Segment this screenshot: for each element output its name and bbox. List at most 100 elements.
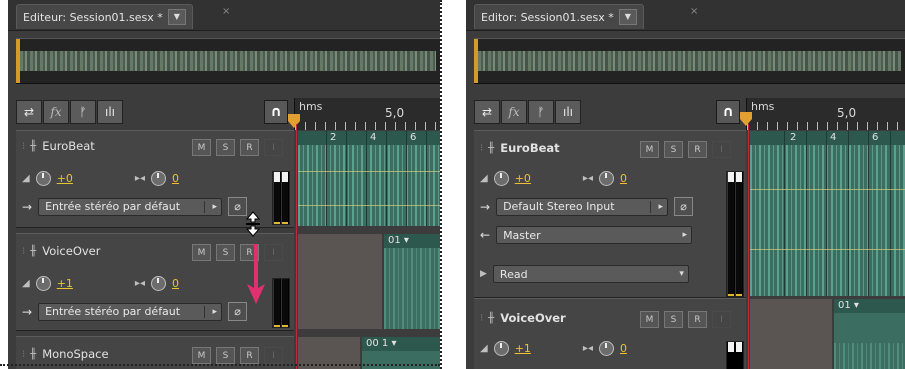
play-triangle-icon[interactable]: ▶ — [480, 269, 487, 279]
track-grip-icon[interactable]: ⁝ — [22, 246, 25, 257]
fx-icon[interactable]: fx — [43, 100, 69, 124]
volume-value[interactable]: +0 — [515, 172, 531, 185]
volume-knob[interactable] — [493, 341, 509, 356]
pan-knob[interactable] — [598, 171, 614, 186]
beat-divider — [784, 131, 785, 296]
ruler-unit-label: hms — [299, 100, 323, 113]
output-dropdown[interactable]: Master ▸ — [496, 226, 693, 244]
monitor-input-button[interactable]: I — [264, 347, 283, 364]
record-arm-button[interactable]: R — [240, 347, 259, 364]
input-dropdown[interactable]: Entrée stéréo par défaut ▸ — [38, 302, 223, 321]
snap-magnet-icon[interactable]: ∩ — [264, 100, 288, 124]
record-arm-button[interactable]: R — [688, 141, 707, 158]
mute-button[interactable]: M — [192, 244, 211, 261]
tab-close-icon[interactable]: × — [222, 6, 230, 17]
eq-icon[interactable]: ılı — [97, 100, 123, 124]
pan-knob[interactable] — [598, 341, 614, 356]
pan-icon: ▸◂ — [134, 278, 145, 289]
track-view-toolbar: ⇄ fx ᚠ ılı — [16, 100, 124, 124]
pan-value[interactable]: 0 — [172, 172, 179, 185]
session-overview[interactable] — [474, 38, 905, 84]
monitor-input-button[interactable]: I — [264, 139, 283, 156]
tab-close-icon[interactable]: × — [690, 6, 698, 17]
track-name[interactable]: MonoSpace — [42, 347, 108, 361]
clip-waveform — [298, 145, 440, 226]
snap-magnet-icon[interactable]: ∩ — [716, 100, 740, 124]
time-ruler[interactable]: hms 5,0 — [746, 98, 905, 130]
solo-button[interactable]: S — [216, 347, 235, 364]
phase-invert-icon[interactable]: ⌀ — [228, 302, 248, 321]
playhead-marker-icon[interactable] — [288, 114, 300, 128]
track-header-eurobeat: ⁝ ╫ EuroBeat M S R I ◢ +0 ▸◂ 0 → Default… — [474, 130, 746, 298]
audio-track-icon: ╫ — [30, 348, 37, 360]
clip-header[interactable]: 2 4 6 — [750, 131, 905, 145]
volume-knob[interactable] — [493, 171, 509, 186]
mute-button[interactable]: M — [640, 311, 659, 328]
input-dropdown[interactable]: Entrée stéréo par défaut ▸ — [38, 197, 223, 216]
editor-tab[interactable]: Editeur: Session01.sesx * ▼ — [16, 4, 193, 29]
clip-header[interactable]: 01 ▾ — [834, 299, 905, 313]
clip-voiceover[interactable]: 01 ▾ — [384, 234, 440, 329]
record-arm-button[interactable]: R — [688, 311, 707, 328]
session-overview[interactable] — [16, 38, 440, 84]
solo-button[interactable]: S — [664, 141, 683, 158]
beat-divider — [346, 131, 347, 226]
track-grip-icon[interactable]: ⁝ — [480, 313, 483, 324]
clip-waveform — [750, 145, 905, 296]
solo-button[interactable]: S — [216, 139, 235, 156]
pan-value[interactable]: 0 — [620, 342, 627, 355]
track-name[interactable]: EuroBeat — [500, 141, 559, 155]
clip-header[interactable]: 01 ▾ — [384, 234, 440, 248]
pan-knob[interactable] — [150, 276, 166, 291]
phase-invert-icon[interactable]: ⌀ — [674, 197, 694, 216]
pan-knob[interactable] — [150, 171, 166, 186]
output-arrow-icon: ← — [480, 228, 491, 242]
editor-tab[interactable]: Editor: Session01.sesx * ▼ — [474, 4, 644, 29]
mixer-arrows-icon[interactable]: ⇄ — [474, 100, 500, 124]
track-name[interactable]: VoiceOver — [42, 244, 100, 258]
record-arm-button[interactable]: R — [240, 139, 259, 156]
meter-floor-left — [274, 222, 280, 224]
volume-value[interactable]: +0 — [57, 172, 73, 185]
mute-button[interactable]: M — [192, 139, 211, 156]
volume-knob[interactable] — [35, 171, 51, 186]
track-grip-icon[interactable]: ⁝ — [22, 141, 25, 152]
clip-voiceover[interactable]: 01 ▾ — [834, 299, 905, 369]
track-grip-icon[interactable]: ⁝ — [480, 143, 483, 154]
time-ruler[interactable]: hms 5,0 — [294, 98, 440, 130]
monitor-input-button[interactable]: I — [712, 141, 731, 158]
clip-header[interactable]: 2 4 6 — [298, 131, 440, 145]
automation-mode-dropdown[interactable]: Read ▾ — [492, 265, 689, 283]
volume-value[interactable]: +1 — [57, 277, 73, 290]
chevron-right-icon: ▸ — [658, 201, 664, 212]
tab-menu-chevron-icon[interactable]: ▼ — [618, 9, 637, 25]
sends-icon[interactable]: ᚠ — [70, 100, 96, 124]
beat-divider — [826, 131, 827, 296]
pan-icon: ▸◂ — [134, 173, 145, 184]
track-grip-icon[interactable]: ⁝ — [22, 349, 25, 360]
clip-eurobeat[interactable]: 2 4 6 — [298, 131, 440, 226]
mixer-arrows-icon[interactable]: ⇄ — [16, 100, 42, 124]
tab-menu-chevron-icon[interactable]: ▼ — [167, 9, 186, 25]
track-name[interactable]: EuroBeat — [42, 139, 95, 153]
monitor-input-button[interactable]: I — [712, 311, 731, 328]
fx-icon[interactable]: fx — [501, 100, 527, 124]
sends-icon[interactable]: ᚠ — [528, 100, 554, 124]
playhead-marker-icon[interactable] — [740, 112, 752, 126]
solo-button[interactable]: S — [664, 311, 683, 328]
automation-mode-value: Read — [499, 267, 528, 281]
volume-knob[interactable] — [35, 276, 51, 291]
dropdown-separator — [650, 200, 652, 213]
clip-eurobeat[interactable]: 2 4 6 — [750, 131, 905, 296]
track-name[interactable]: VoiceOver — [500, 311, 565, 325]
pan-value[interactable]: 0 — [620, 172, 627, 185]
solo-button[interactable]: S — [216, 244, 235, 261]
monitor-input-button[interactable]: I — [264, 244, 283, 261]
mute-button[interactable]: M — [192, 347, 211, 364]
input-dropdown[interactable]: Default Stereo Input ▸ — [496, 197, 669, 216]
pan-value[interactable]: 0 — [172, 277, 179, 290]
clip-header[interactable]: 00 1 ▾ — [362, 337, 440, 351]
mute-button[interactable]: M — [640, 141, 659, 158]
eq-icon[interactable]: ılı — [555, 100, 581, 124]
volume-value[interactable]: +1 — [515, 342, 531, 355]
